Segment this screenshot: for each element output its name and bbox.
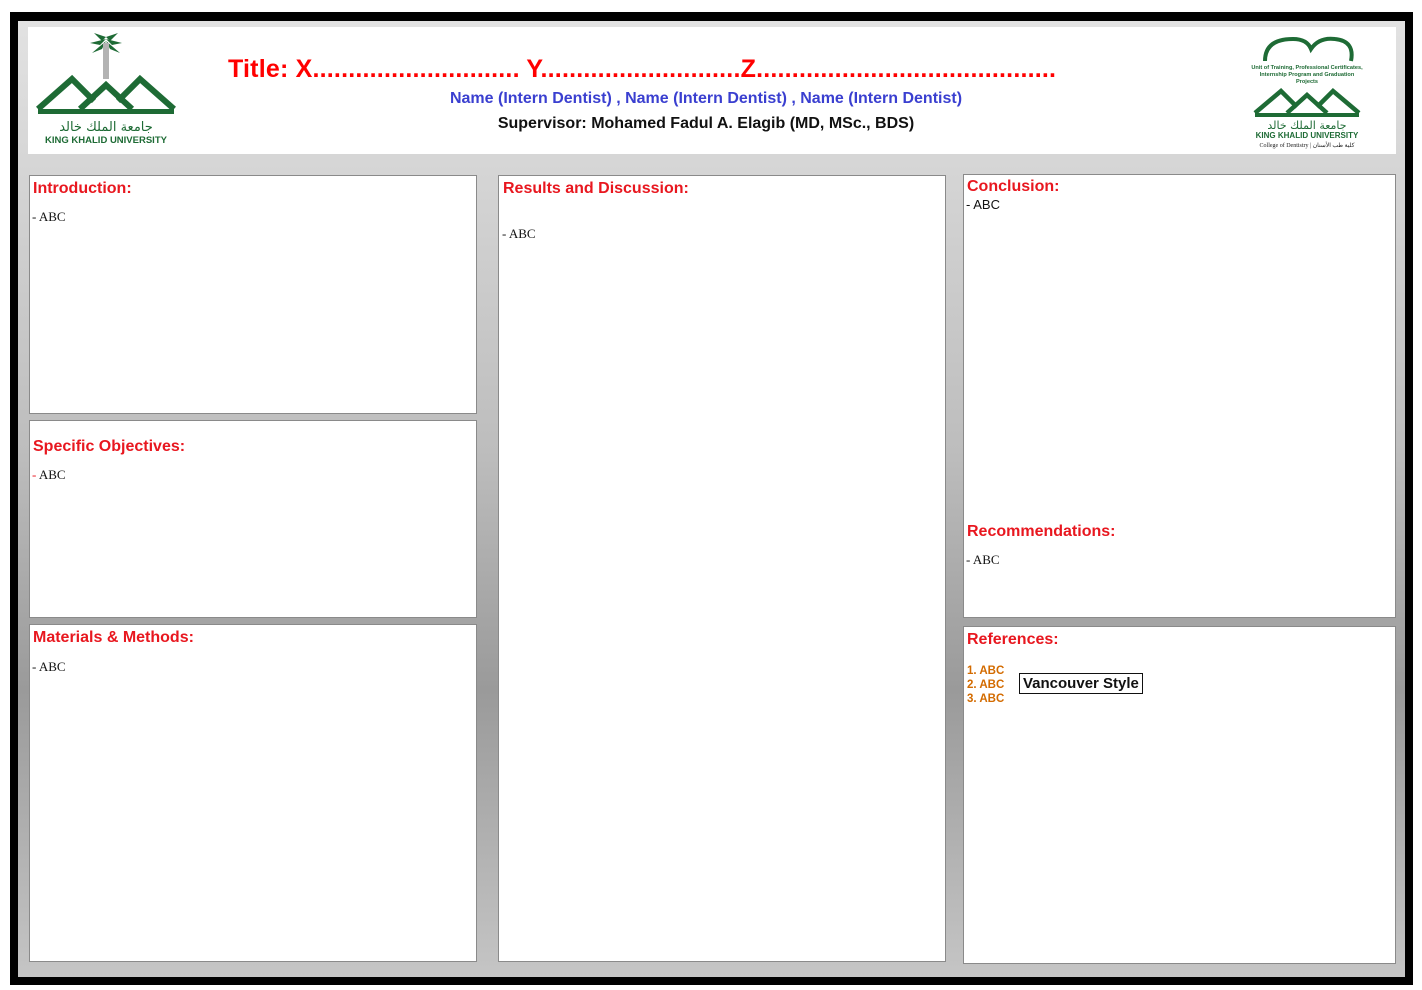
introduction-body: - ABC	[32, 209, 66, 224]
methods-heading: Materials & Methods:	[33, 629, 194, 646]
results-heading: Results and Discussion:	[503, 180, 689, 197]
objectives-body: - ABC	[32, 467, 66, 483]
recommendations-body: - ABC	[966, 552, 1000, 567]
introduction-heading: Introduction:	[33, 180, 132, 197]
unit-line-2: Internship Program and Graduation	[1260, 72, 1355, 78]
references-heading: References:	[967, 631, 1059, 648]
results-panel: Results and Discussion: - ABC	[498, 175, 946, 962]
reference-item: 1. ABC	[967, 665, 1005, 677]
methods-panel: Materials & Methods: - ABC	[29, 624, 477, 962]
conclusion-heading: Conclusion:	[967, 178, 1060, 195]
kku-right-english: KING KHALID UNIVERSITY	[1256, 131, 1359, 140]
methods-body: - ABC	[32, 659, 66, 674]
kku-left-english: KING KHALID UNIVERSITY	[45, 135, 168, 146]
unit-line-1: Unit of Training, Professional Certifica…	[1251, 65, 1363, 71]
references-list: 1. ABC 2. ABC 3. ABC	[967, 664, 1004, 706]
objectives-panel: Specific Objectives: - ABC	[29, 420, 477, 618]
college-line: College of Dentistry | كلية طب الأسنان	[1260, 140, 1355, 149]
introduction-panel: Introduction: - ABC	[29, 175, 477, 414]
objectives-text: ABC	[36, 467, 66, 482]
recommendations-heading: Recommendations:	[967, 523, 1116, 540]
poster-title: Title: X............................. Y.…	[228, 55, 1057, 83]
conclusion-body: - ABC	[966, 197, 1000, 212]
vancouver-style-label: Vancouver Style	[1019, 673, 1143, 694]
supervisor-line: Supervisor: Mohamed Fadul A. Elagib (MD,…	[497, 115, 915, 132]
kku-logo-right: Unit of Training, Professional Certifica…	[1251, 36, 1363, 149]
reference-item: 2. ABC	[967, 679, 1005, 691]
reference-item: 3. ABC	[967, 693, 1005, 705]
results-body: - ABC	[502, 226, 536, 241]
unit-line-3: Projects	[1296, 79, 1318, 85]
poster-header: جامعة الملك خالد KING KHALID UNIVERSITY …	[28, 27, 1396, 154]
objectives-heading: Specific Objectives:	[33, 438, 186, 455]
references-panel: References: 1. ABC 2. ABC 3. ABC Vancouv…	[963, 626, 1396, 964]
author-names: Name (Intern Dentist) , Name (Intern Den…	[449, 90, 963, 107]
conclusion-panel: Conclusion: - ABC Recommendations: - ABC	[963, 174, 1396, 618]
